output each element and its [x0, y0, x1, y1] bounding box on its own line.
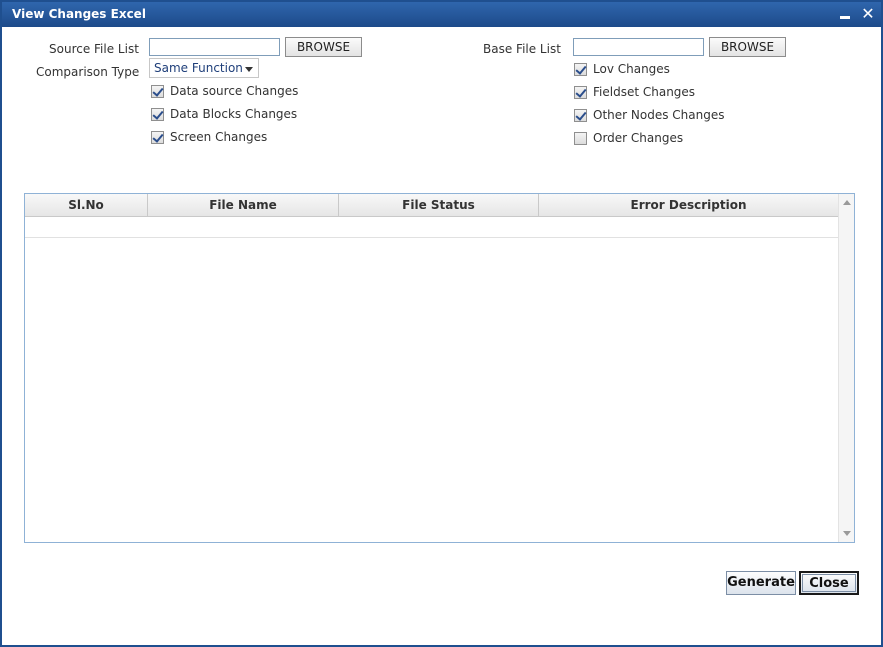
minimize-icon[interactable]: [836, 4, 854, 24]
title-bar: View Changes Excel ✕: [2, 2, 881, 27]
other-nodes-changes-checkbox[interactable]: [574, 108, 587, 122]
column-header-sl-no[interactable]: Sl.No: [25, 194, 148, 216]
base-file-list-input[interactable]: [573, 38, 704, 56]
source-file-list-label: Source File List: [49, 42, 139, 56]
lov-changes-label: Lov Changes: [593, 62, 670, 76]
other-nodes-changes-option[interactable]: Other Nodes Changes: [574, 108, 724, 122]
screen-changes-checkbox[interactable]: [151, 130, 164, 144]
scroll-down-icon[interactable]: [843, 531, 851, 536]
comparison-type-label: Comparison Type: [36, 65, 140, 79]
close-button[interactable]: Close: [799, 571, 859, 595]
data-blocks-changes-checkbox[interactable]: [151, 107, 164, 121]
base-browse-button[interactable]: BROWSE: [709, 37, 786, 57]
column-header-error-description[interactable]: Error Description: [539, 194, 838, 216]
data-blocks-changes-label: Data Blocks Changes: [170, 107, 298, 121]
fieldset-changes-label: Fieldset Changes: [593, 85, 696, 99]
close-icon[interactable]: ✕: [859, 4, 877, 24]
data-blocks-changes-option[interactable]: Data Blocks Changes: [151, 107, 297, 121]
window-title: View Changes Excel: [12, 7, 146, 21]
lov-changes-checkbox[interactable]: [574, 62, 587, 76]
source-file-list-input[interactable]: [149, 38, 280, 56]
fieldset-changes-checkbox[interactable]: [574, 85, 587, 99]
chevron-down-icon: [245, 67, 253, 72]
screen-changes-option[interactable]: Screen Changes: [151, 130, 267, 144]
grid-header: Sl.No File Name File Status Error Descri…: [25, 194, 838, 217]
column-header-file-status[interactable]: File Status: [339, 194, 539, 216]
fieldset-changes-option[interactable]: Fieldset Changes: [574, 85, 695, 99]
screen-changes-label: Screen Changes: [170, 130, 268, 144]
order-changes-option[interactable]: Order Changes: [574, 131, 683, 145]
base-file-list-label: Base File List: [483, 42, 561, 56]
data-source-changes-label: Data source Changes: [170, 84, 299, 98]
source-browse-button[interactable]: BROWSE: [285, 37, 362, 57]
view-changes-excel-dialog: View Changes Excel ✕ Source File List BR…: [0, 0, 883, 647]
other-nodes-changes-label: Other Nodes Changes: [593, 108, 725, 122]
grid-scrollbar[interactable]: [838, 194, 854, 542]
scroll-up-icon[interactable]: [843, 200, 851, 205]
lov-changes-option[interactable]: Lov Changes: [574, 62, 670, 76]
order-changes-label: Order Changes: [593, 131, 684, 145]
data-source-changes-option[interactable]: Data source Changes: [151, 84, 298, 98]
order-changes-checkbox[interactable]: [574, 131, 587, 145]
comparison-type-select[interactable]: Same Function: [149, 58, 259, 78]
results-grid: Sl.No File Name File Status Error Descri…: [24, 193, 855, 543]
comparison-type-value: Same Function: [154, 61, 243, 75]
column-header-file-name[interactable]: File Name: [148, 194, 339, 216]
generate-button[interactable]: Generate: [726, 571, 796, 595]
data-source-changes-checkbox[interactable]: [151, 84, 164, 98]
table-row[interactable]: [25, 217, 838, 238]
